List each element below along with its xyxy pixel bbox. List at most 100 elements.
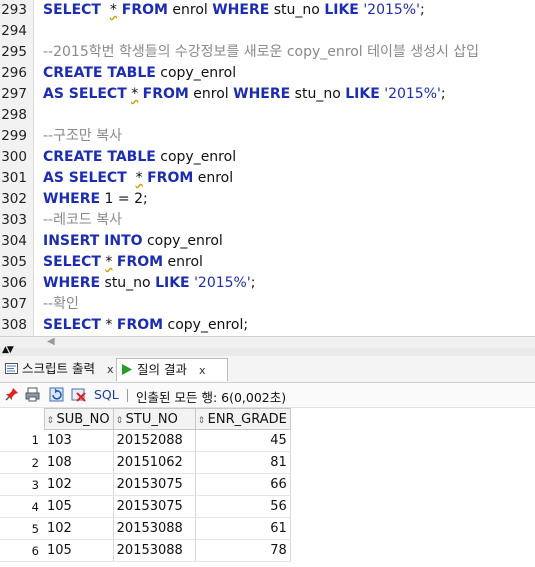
sql-comment: --확인: [43, 296, 79, 312]
sql-keyword: SELECT: [43, 317, 101, 333]
table-row[interactable]: 1 103 20152088 45: [0, 429, 291, 452]
code-line[interactable]: 295 --2015학번 학생들의 수강정보를 새로운 copy_enrol 테이…: [0, 42, 535, 63]
line-number: 299: [1, 128, 27, 144]
cell-enr-grade[interactable]: 81: [195, 451, 291, 474]
pin-icon[interactable]: [4, 387, 19, 402]
code-line[interactable]: 293 SELECT * FROM enrol WHERE stu_no LIKE…: [0, 0, 535, 21]
cell-stu-no[interactable]: 20152088: [113, 429, 196, 452]
line-number: 304: [1, 233, 27, 249]
code-line[interactable]: 301 AS SELECT * FROM enrol: [0, 168, 535, 189]
cell-stu-no[interactable]: 20153088: [113, 539, 196, 562]
cell-sub-no[interactable]: 108: [44, 451, 114, 474]
cell-sub-no[interactable]: 102: [44, 517, 114, 540]
cell-stu-no[interactable]: 20153075: [113, 473, 196, 496]
table-row[interactable]: 2 108 20151062 81: [0, 451, 291, 474]
sort-icon[interactable]: ⇕: [116, 416, 126, 426]
code-line[interactable]: 305 SELECT * FROM enrol: [0, 252, 535, 273]
code-line[interactable]: 294: [0, 21, 535, 42]
code-text: WHERE 1 = 2;: [43, 189, 148, 210]
sort-icon[interactable]: ⇕: [198, 416, 208, 426]
column-header-sub-no[interactable]: ⇕ SUB_NO: [43, 408, 114, 430]
sql-editor[interactable]: 293 SELECT * FROM enrol WHERE stu_no LIKE…: [0, 0, 535, 336]
cell-enr-grade[interactable]: 78: [195, 539, 291, 562]
code-line[interactable]: 299 --구조만 복사: [0, 126, 535, 147]
column-header-stu-no[interactable]: ⇕ STU_NO: [112, 408, 196, 430]
line-number: 297: [1, 86, 27, 102]
table-row[interactable]: 6 105 20153088 78: [0, 539, 291, 562]
code-line[interactable]: 304 INSERT INTO copy_enrol: [0, 231, 535, 252]
code-line[interactable]: 297 AS SELECT * FROM enrol WHERE stu_no L…: [0, 84, 535, 105]
table-row[interactable]: 4 105 20153075 56: [0, 495, 291, 518]
sql-string: '2015%': [384, 86, 441, 102]
sql-keyword: INSERT INTO: [43, 233, 143, 249]
close-icon[interactable]: x: [107, 363, 114, 376]
code-line[interactable]: 298: [0, 105, 535, 126]
tab-script-output[interactable]: 스크립트 출력 x: [2, 358, 130, 380]
table-row[interactable]: 5 102 20153088 61: [0, 517, 291, 540]
code-line[interactable]: 303 --레코드 복사: [0, 210, 535, 231]
sql-token: enrol: [193, 170, 234, 186]
tab-query-result[interactable]: 질의 결과 x: [116, 358, 228, 381]
sql-token: copy_enrol;: [163, 317, 249, 333]
code-text: CREATE TABLE copy_enrol: [43, 63, 236, 84]
sql-button[interactable]: SQL: [94, 387, 119, 402]
sql-string: '2015%': [363, 2, 420, 18]
column-header-enr-grade[interactable]: ⇕ ENR_GRADE: [194, 408, 291, 430]
code-line[interactable]: 308 SELECT * FROM copy_enrol;: [0, 315, 535, 336]
sql-token: ;: [419, 2, 425, 18]
close-icon[interactable]: x: [199, 364, 206, 377]
line-number: 302: [1, 191, 27, 207]
sql-token: ;: [440, 86, 446, 102]
code-line[interactable]: 296 CREATE TABLE copy_enrol: [0, 63, 535, 84]
tab-query-result-label: 질의 결과: [137, 362, 187, 377]
sql-keyword: LIKE: [324, 2, 359, 18]
line-number: 294: [1, 23, 27, 39]
result-grid[interactable]: ⇕ SUB_NO ⇕ STU_NO ⇕ ENR_GRADE 1 103 20152088 4…: [0, 408, 291, 562]
toolbar-separator: [127, 389, 128, 402]
tab-script-output-label: 스크립트 출력: [22, 361, 95, 376]
scroll-left-icon[interactable]: ◀: [47, 336, 55, 347]
pane-divider[interactable]: ▲▼: [0, 345, 535, 356]
cell-sub-no[interactable]: 102: [44, 473, 114, 496]
cell-stu-no[interactable]: 20153088: [113, 517, 196, 540]
cell-enr-grade[interactable]: 45: [195, 429, 291, 452]
sql-token: enrol: [167, 2, 213, 18]
code-text: AS SELECT * FROM enrol WHERE stu_no LIKE…: [43, 84, 446, 105]
refresh-icon[interactable]: [49, 387, 64, 402]
sql-keyword: FROM: [116, 2, 168, 18]
code-line[interactable]: 306 WHERE stu_no LIKE '2015%';: [0, 273, 535, 294]
cell-sub-no[interactable]: 105: [44, 539, 114, 562]
code-line[interactable]: 302 WHERE 1 = 2;: [0, 189, 535, 210]
sql-string: '2015%': [194, 275, 251, 291]
code-line[interactable]: 307 --확인: [0, 294, 535, 315]
row-number: 5: [0, 517, 44, 540]
cell-sub-no[interactable]: 103: [44, 429, 114, 452]
cell-sub-no[interactable]: 105: [44, 495, 114, 518]
line-number: 306: [1, 275, 27, 291]
cell-enr-grade[interactable]: 61: [195, 517, 291, 540]
table-row[interactable]: 3 102 20153075 66: [0, 473, 291, 496]
print-icon[interactable]: [25, 387, 40, 402]
sort-icon[interactable]: ⇕: [47, 416, 57, 426]
sql-keyword: LIKE: [345, 86, 380, 102]
sql-keyword: CREATE TABLE: [43, 149, 156, 165]
cell-enr-grade[interactable]: 66: [195, 473, 291, 496]
code-text: AS SELECT * FROM enrol: [43, 168, 233, 189]
cell-stu-no[interactable]: 20153075: [113, 495, 196, 518]
sql-comment: --레코드 복사: [43, 212, 122, 228]
script-output-icon: [5, 363, 18, 374]
cancel-query-icon[interactable]: [71, 387, 86, 402]
sql-token: *: [135, 170, 143, 186]
collapse-arrows-icon[interactable]: ▲▼: [2, 345, 14, 355]
sql-keyword: FROM: [147, 170, 194, 186]
code-line[interactable]: 300 CREATE TABLE copy_enrol: [0, 147, 535, 168]
line-number: 296: [1, 65, 27, 81]
sql-keyword: WHERE: [43, 275, 101, 291]
code-text: --확인: [43, 294, 79, 315]
code-text: SELECT * FROM enrol: [43, 252, 203, 273]
sql-token: enrol: [188, 86, 234, 102]
sql-keyword: FROM: [116, 254, 164, 270]
cell-enr-grade[interactable]: 56: [195, 495, 291, 518]
code-text: CREATE TABLE copy_enrol: [43, 147, 236, 168]
cell-stu-no[interactable]: 20151062: [113, 451, 196, 474]
